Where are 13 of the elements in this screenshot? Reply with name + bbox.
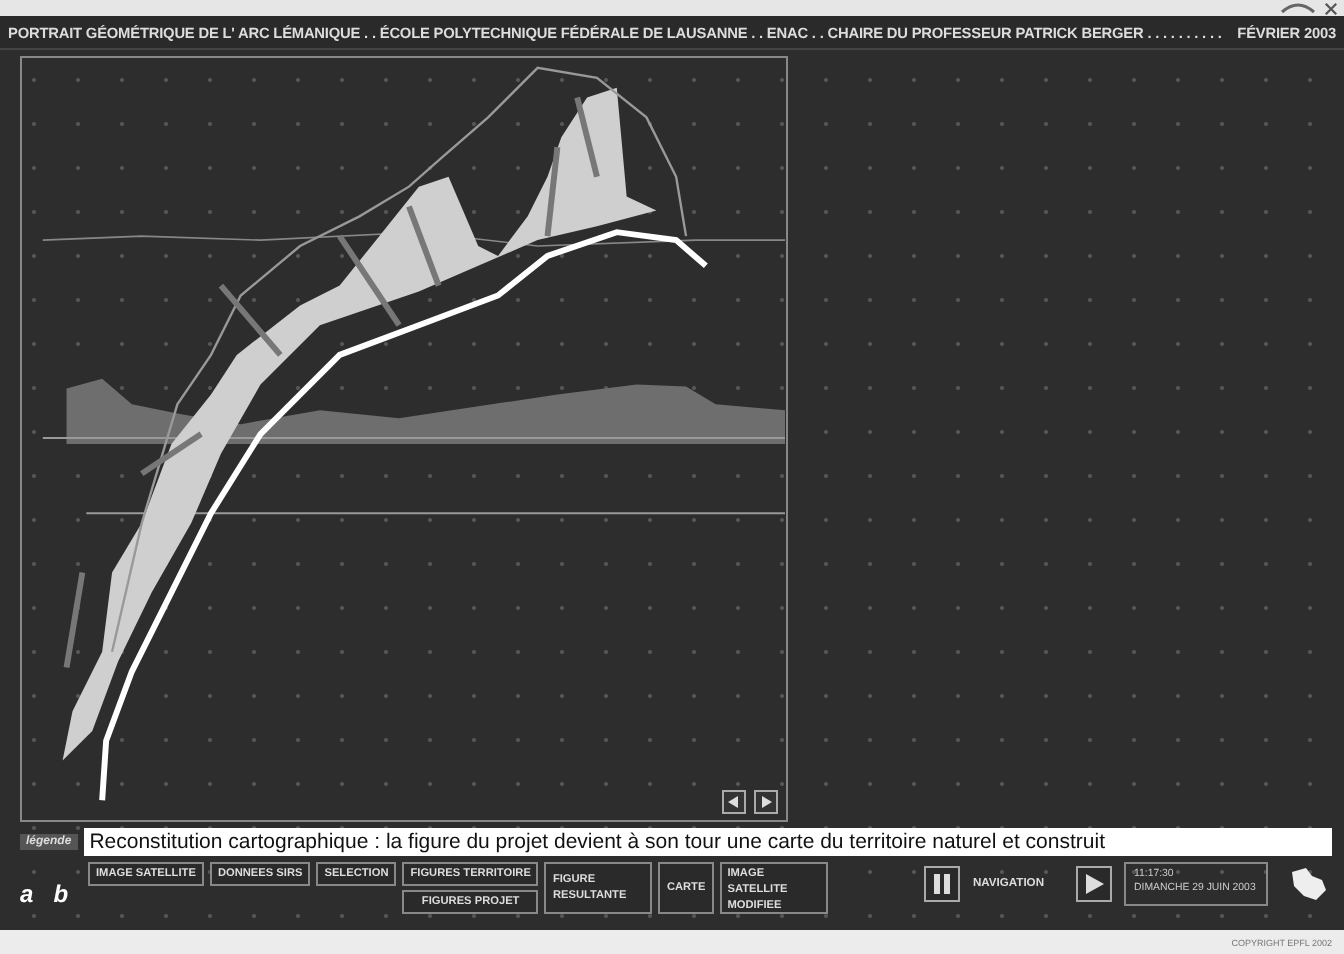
left-triangle-icon — [728, 796, 740, 808]
minimize-icon[interactable] — [1280, 2, 1316, 14]
previous-button[interactable] — [722, 790, 746, 814]
legend-caption: Reconstitution cartographique : la figure du projet devient à son tour une carte du territoire naturel et construit — [83, 828, 1332, 856]
letter-button[interactable]: a — [20, 882, 34, 906]
right-triangle-icon — [760, 796, 772, 808]
pause-icon — [932, 874, 953, 894]
next-button[interactable] — [754, 790, 778, 814]
pause-button[interactable] — [924, 866, 961, 902]
play-icon — [1084, 874, 1104, 894]
letter-button[interactable]: b — [53, 882, 69, 906]
play-button[interactable] — [1076, 866, 1112, 902]
close-icon[interactable] — [1324, 1, 1338, 15]
